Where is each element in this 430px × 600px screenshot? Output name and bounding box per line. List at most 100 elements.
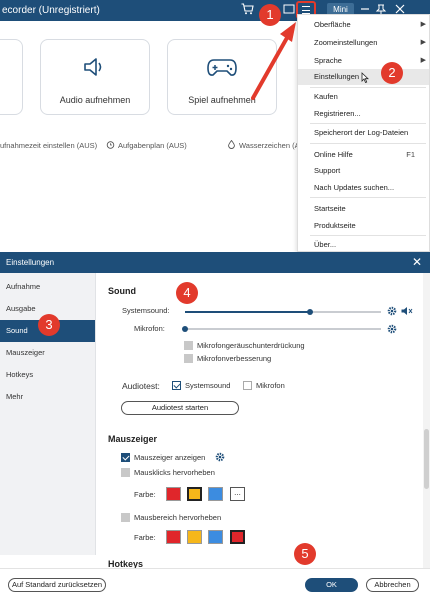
audiotest-mic-checkbox[interactable]	[243, 381, 252, 390]
sidebar-item-mauszeiger[interactable]: Mauszeiger	[0, 342, 95, 364]
menu-divider	[310, 143, 426, 144]
menu-item-zoom[interactable]: Zoomeinstellungen ▶	[298, 35, 429, 51]
menu-item-product-page[interactable]: Produktseite	[298, 218, 429, 234]
main-menu-dropdown: Oberfläche ▶ Zoomeinstellungen ▶ Sprache ▶ …	[297, 14, 430, 252]
mouse-section-title: Mauszeiger	[108, 434, 158, 444]
menu-item-label: Startseite	[314, 204, 346, 213]
color-swatch[interactable]	[187, 487, 202, 501]
menu-divider	[310, 235, 426, 236]
dialog-title: Einstellungen	[6, 258, 55, 267]
highlight-area-checkbox[interactable]	[121, 513, 130, 522]
settings-content: Sound Systemsound: Mikrofon: Mikrofonger…	[97, 273, 421, 568]
menu-item-label: Speicherort der Log-Dateien	[314, 128, 409, 137]
menu-item-about[interactable]: Über...	[298, 237, 429, 253]
sidebar-item-mehr[interactable]: Mehr	[0, 386, 95, 408]
mic-enhance-label: Mikrofonverbesserung	[197, 354, 272, 363]
menu-item-label: Einstellungen	[314, 72, 360, 81]
show-cursor-label: Mauszeiger anzeigen	[134, 453, 206, 462]
menu-item-label: Sprache	[314, 56, 342, 65]
gamepad-icon	[206, 55, 238, 81]
microphone-slider[interactable]	[182, 326, 381, 332]
gear-icon[interactable]	[215, 452, 225, 465]
color-label: Farbe:	[134, 490, 156, 499]
video-record-card[interactable]	[0, 39, 23, 115]
highlight-clicks-checkbox[interactable]	[121, 468, 130, 477]
menu-item-label: Produktseite	[314, 221, 356, 230]
dialog-footer: Auf Standard zurücksetzen OK Abbrechen	[0, 568, 430, 600]
menu-item-label: Support	[314, 166, 341, 175]
menu-item-updates[interactable]: Nach Updates suchen...	[298, 180, 429, 196]
slider-knob[interactable]	[182, 326, 188, 332]
chevron-right-icon: ▶	[420, 39, 426, 46]
menu-item-label: Online Hilfe	[314, 150, 353, 159]
dialog-titlebar: Einstellungen ✕	[0, 252, 430, 273]
menu-item-log-location[interactable]: Speicherort der Log-Dateien	[298, 125, 429, 141]
color-swatch[interactable]	[230, 530, 245, 544]
menu-item-register[interactable]: Registrieren...	[298, 106, 429, 122]
hotkeys-section-title: Hotkeys	[108, 559, 144, 568]
drop-icon	[227, 139, 236, 149]
cancel-button[interactable]: Abbrechen	[366, 578, 419, 592]
system-sound-slider[interactable]	[185, 309, 381, 315]
highlight-area-label: Mausbereich hervorheben	[134, 513, 222, 522]
menu-item-buy[interactable]: Kaufen	[298, 89, 429, 105]
callout-badge: 3	[38, 314, 60, 336]
reset-defaults-button[interactable]: Auf Standard zurücksetzen	[8, 578, 106, 592]
close-icon[interactable]: ✕	[412, 255, 422, 269]
highlight-clicks-label: Mausklicks hervorheben	[134, 468, 215, 477]
show-cursor-checkbox[interactable]	[121, 453, 130, 462]
color-swatch[interactable]	[208, 530, 223, 544]
microphone-label: Mikrofon:	[134, 324, 165, 333]
slider-fill	[185, 311, 311, 313]
task-schedule-status[interactable]: Aufgabenplan (AUS)	[118, 141, 187, 150]
menu-item-label: Kaufen	[314, 92, 338, 101]
menu-item-language[interactable]: Sprache ▶	[298, 53, 429, 69]
watermark-status[interactable]: Wasserzeichen (A	[239, 141, 300, 150]
sidebar-item-aufnahme[interactable]: Aufnahme	[0, 276, 95, 298]
menu-item-label: Nach Updates suchen...	[314, 183, 395, 192]
callout-badge: 1	[259, 4, 281, 26]
menu-divider	[310, 87, 426, 88]
shortcut-label: F1	[406, 150, 415, 159]
gear-icon[interactable]	[387, 324, 397, 337]
scroll-thumb[interactable]	[424, 429, 429, 489]
menu-item-label: Über...	[314, 240, 337, 249]
menu-divider	[310, 123, 426, 124]
record-duration-status[interactable]: ufnahmezeit einstellen (AUS)	[0, 141, 97, 150]
speaker-muted-icon[interactable]	[401, 306, 413, 319]
menu-item-label: Oberfläche	[314, 20, 351, 29]
noise-suppression-label: Mikrofongeräuschunterdrückung	[197, 341, 305, 350]
sidebar-item-hotkeys[interactable]: Hotkeys	[0, 364, 95, 386]
menu-item-label: Registrieren...	[314, 109, 361, 118]
mouse-cursor-icon	[361, 72, 370, 84]
alarm-clock-icon	[106, 140, 115, 149]
color-swatch[interactable]	[166, 487, 181, 501]
menu-item-homepage[interactable]: Startseite	[298, 201, 429, 217]
chevron-right-icon: ▶	[420, 57, 426, 64]
menu-item-oberflaeche[interactable]: Oberfläche ▶	[298, 17, 429, 33]
person-icon[interactable]	[282, 3, 296, 17]
status-bar: ufnahmezeit einstellen (AUS) Aufgabenpla…	[0, 137, 300, 153]
settings-dialog: Einstellungen ✕ Aufnahme Ausgabe Sound M…	[0, 252, 430, 600]
game-record-card[interactable]: Spiel aufnehmen	[167, 39, 277, 115]
audiotest-mic-label: Mikrofon	[256, 381, 285, 390]
slider-knob[interactable]	[307, 309, 314, 315]
mic-enhance-checkbox[interactable]	[184, 354, 193, 363]
more-colors-button[interactable]: ...	[230, 487, 245, 501]
app-title: ecorder (Unregistriert)	[2, 5, 100, 16]
menu-item-support[interactable]: Support	[298, 163, 429, 179]
menu-item-online-help[interactable]: Online Hilfe F1	[298, 147, 429, 163]
noise-suppression-checkbox[interactable]	[184, 341, 193, 350]
audio-record-card[interactable]: Audio aufnehmen	[40, 39, 150, 115]
callout-badge: 2	[381, 62, 403, 84]
cart-icon[interactable]	[240, 3, 254, 17]
start-audiotest-button[interactable]: Audiotest starten	[121, 401, 239, 415]
color-swatch[interactable]	[208, 487, 223, 501]
content-scrollbar[interactable]	[423, 273, 430, 568]
color-swatch[interactable]	[187, 530, 202, 544]
color-swatch[interactable]	[166, 530, 181, 544]
audiotest-system-checkbox[interactable]	[172, 381, 181, 390]
game-record-label: Spiel aufnehmen	[188, 95, 256, 105]
gear-icon[interactable]	[387, 306, 397, 319]
ok-button[interactable]: OK	[305, 578, 358, 592]
